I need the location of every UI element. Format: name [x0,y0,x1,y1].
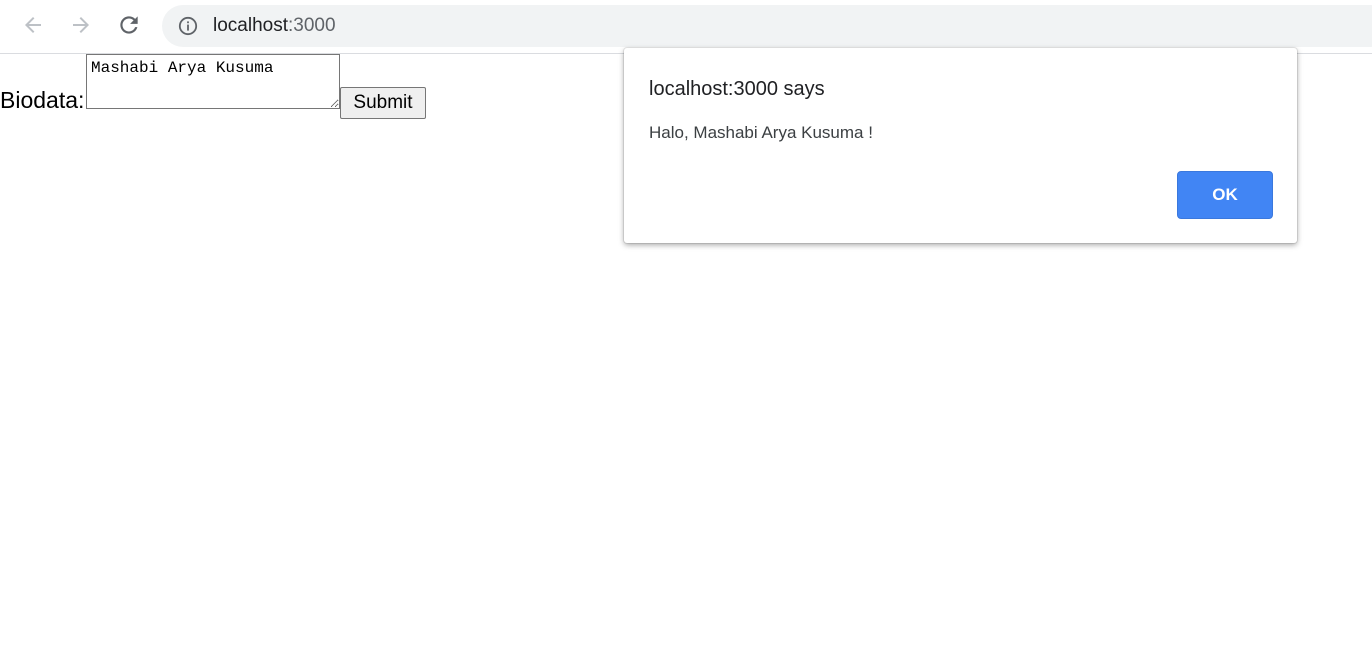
biodata-label: Biodata: [0,87,85,113]
reload-button[interactable] [113,9,145,41]
submit-button[interactable]: Submit [340,87,426,119]
reload-icon [120,16,138,34]
address-bar[interactable]: localhost:3000 [162,5,1372,47]
url-host: localhost [213,15,288,36]
alert-dialog: localhost:3000 says Halo, Mashabi Arya K… [624,48,1297,243]
arrow-left-icon [25,17,41,33]
back-button[interactable] [17,9,49,41]
dialog-message: Halo, Mashabi Arya Kusuma ! [649,123,873,142]
dialog-title: localhost:3000 says [649,78,825,100]
browser-toolbar: localhost:3000 [0,0,1372,54]
url-text: localhost:3000 [213,15,336,37]
url-port: :3000 [288,15,336,36]
forward-button[interactable] [65,9,97,41]
info-icon[interactable] [178,16,198,36]
arrow-right-icon [73,17,89,33]
ok-button[interactable]: OK [1177,171,1273,219]
biodata-textarea[interactable] [86,54,340,109]
